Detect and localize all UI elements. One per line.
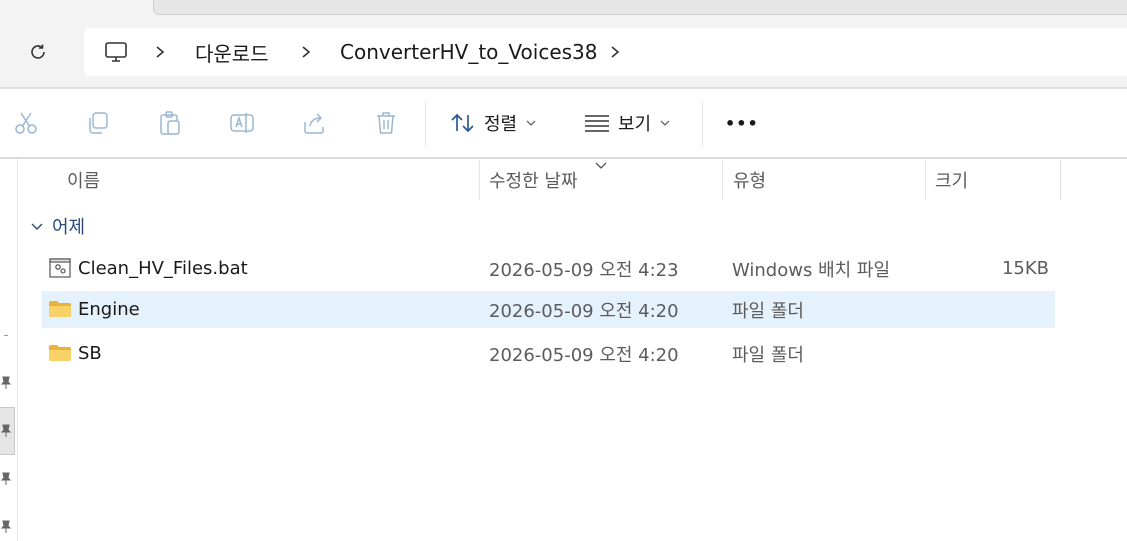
file-date: 2026-05-09 오전 4:20 — [489, 344, 679, 366]
address-bar[interactable]: 다운로드 ConverterHV_to_Voices38 — [84, 28, 1127, 76]
folder-icon — [49, 301, 71, 317]
breadcrumb-downloads[interactable]: 다운로드 — [195, 28, 269, 76]
file-row[interactable]: Clean_HV_Files.bat 2026-05-09 오전 4:23 Wi… — [42, 250, 1055, 287]
file-size: 15KB — [1001, 258, 1049, 279]
pin-icon[interactable] — [0, 376, 12, 390]
monitor-icon — [105, 42, 127, 62]
file-row-selected[interactable]: Engine 2026-05-09 오전 4:20 파일 폴더 — [42, 291, 1055, 328]
view-menu-button[interactable]: 보기 — [584, 107, 671, 139]
column-header-size[interactable]: 크기 — [935, 160, 968, 200]
sort-arrows-icon — [451, 113, 474, 133]
delete-button[interactable] — [372, 109, 400, 137]
nav-scroll-marker — [0, 330, 12, 344]
chevron-down-icon — [660, 120, 670, 126]
copy-button[interactable] — [84, 109, 112, 137]
breadcrumb-chevron[interactable] — [154, 28, 166, 76]
title-area: 다운로드 ConverterHV_to_Voices38 — [0, 0, 1127, 88]
column-divider[interactable] — [722, 160, 723, 200]
tab-strip-edge — [153, 0, 1127, 15]
column-header-date[interactable]: 수정한 날짜 — [489, 160, 578, 200]
group-label: 어제 — [52, 217, 86, 238]
chevron-right-icon — [302, 46, 311, 58]
share-button[interactable] — [300, 109, 328, 137]
breadcrumb-chevron[interactable] — [609, 28, 621, 76]
file-type: Windows 배치 파일 — [732, 259, 891, 281]
column-header-type[interactable]: 유형 — [733, 160, 766, 200]
this-pc-button[interactable] — [104, 28, 128, 76]
file-name: Clean_HV_Files.bat — [78, 258, 248, 279]
group-header-yesterday[interactable]: 어제 — [30, 212, 85, 240]
clipboard-icon — [160, 111, 180, 135]
rename-button[interactable] — [228, 109, 256, 137]
refresh-button[interactable] — [22, 36, 54, 68]
paste-button[interactable] — [156, 109, 184, 137]
chevron-down-icon — [595, 162, 607, 169]
command-bar: 정렬 보기 ••• — [0, 89, 1127, 157]
sort-label: 정렬 — [484, 114, 518, 135]
chevron-right-icon — [611, 46, 620, 58]
toolbar-separator — [425, 101, 426, 147]
file-type: 파일 폴더 — [732, 300, 804, 322]
batch-file-icon — [49, 258, 71, 278]
file-date: 2026-05-09 오전 4:23 — [489, 259, 679, 281]
file-date: 2026-05-09 오전 4:20 — [489, 300, 679, 322]
pin-icon[interactable] — [0, 472, 12, 486]
file-name: SB — [78, 343, 102, 364]
column-divider[interactable] — [1060, 160, 1061, 200]
trash-icon — [377, 112, 395, 134]
chevron-down-icon — [31, 223, 43, 230]
pin-icon[interactable] — [0, 520, 12, 534]
breadcrumb-current-folder[interactable]: ConverterHV_to_Voices38 — [340, 28, 598, 76]
share-icon — [304, 113, 324, 134]
column-divider[interactable] — [925, 160, 926, 200]
more-options-button[interactable]: ••• — [725, 107, 759, 139]
divider — [0, 157, 1127, 159]
scissors-icon — [15, 112, 37, 134]
column-header-name[interactable]: 이름 — [67, 160, 100, 200]
refresh-icon — [31, 44, 45, 59]
rename-icon — [230, 113, 254, 133]
toolbar-separator — [702, 101, 703, 147]
pin-icon[interactable] — [0, 424, 12, 438]
view-list-icon — [585, 115, 609, 132]
chevron-down-icon — [526, 120, 536, 126]
copy-icon — [89, 112, 108, 134]
cut-button[interactable] — [12, 109, 40, 137]
folder-icon — [49, 345, 71, 361]
file-type: 파일 폴더 — [732, 344, 804, 366]
breadcrumb-chevron[interactable] — [300, 28, 312, 76]
more-icon: ••• — [725, 113, 759, 133]
sort-indicator — [594, 155, 608, 174]
file-name: Engine — [78, 299, 140, 320]
view-label: 보기 — [618, 114, 652, 135]
chevron-right-icon — [156, 46, 165, 58]
column-divider[interactable] — [479, 160, 480, 200]
sort-menu-button[interactable]: 정렬 — [450, 107, 537, 139]
file-row[interactable]: SB 2026-05-09 오전 4:20 파일 폴더 — [42, 335, 1055, 372]
